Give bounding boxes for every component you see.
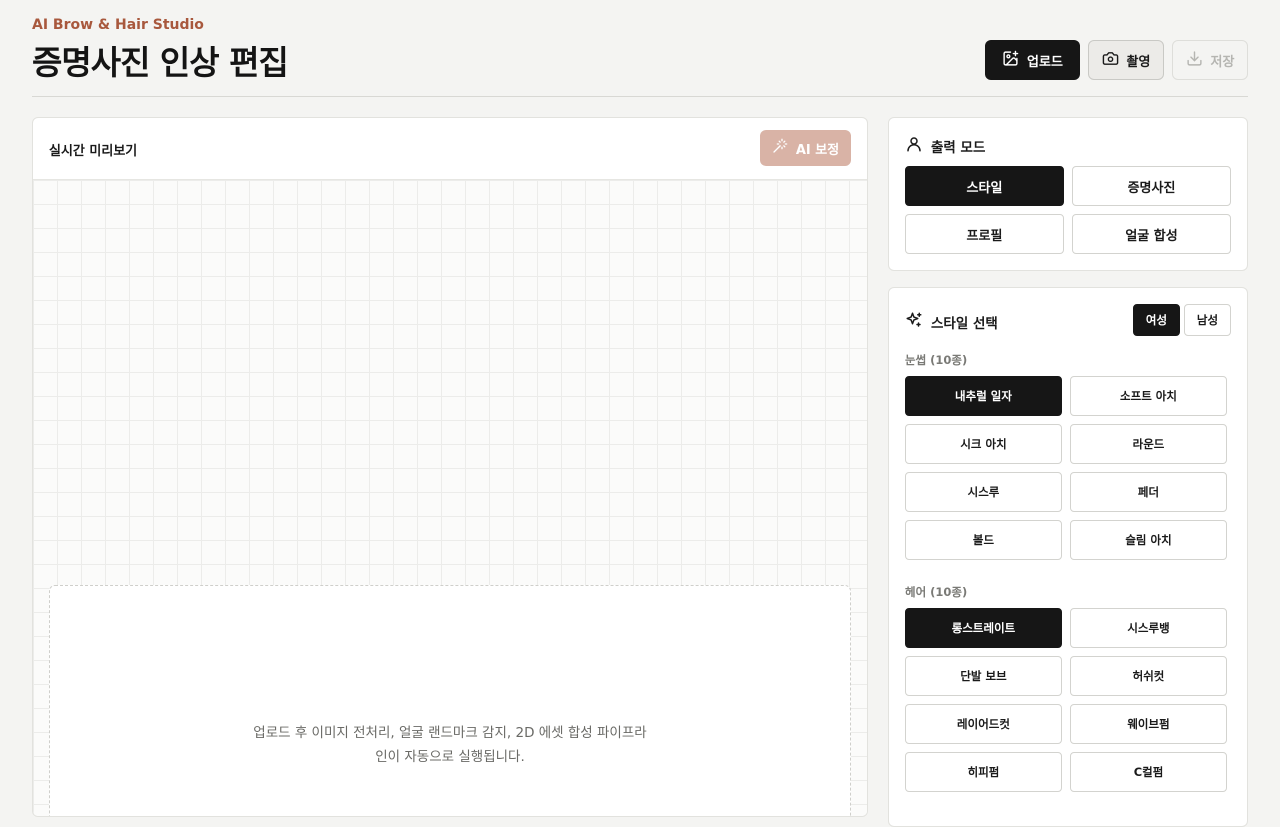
hair-option[interactable]: 레이어드컷 — [905, 704, 1062, 744]
brow-option[interactable]: 시스루 — [905, 472, 1062, 512]
capture-button[interactable]: 촬영 — [1088, 40, 1164, 80]
style-select-panel: 스타일 선택 여성 남성 눈썹 (10종) 내추럴 일자 소프트 아치 시크 아… — [888, 287, 1248, 827]
page: AI Brow & Hair Studio 증명사진 인상 편집 업로드 촬영 … — [32, 0, 1248, 827]
hair-option[interactable]: 롱스트레이트 — [905, 608, 1062, 648]
hair-option[interactable]: C컬펌 — [1070, 752, 1227, 792]
mode-option-id-photo[interactable]: 증명사진 — [1072, 166, 1231, 206]
output-mode-header: 출력 모드 — [905, 135, 985, 157]
brow-option[interactable]: 소프트 아치 — [1070, 376, 1227, 416]
upload-label: 업로드 — [1027, 54, 1063, 70]
brow-option[interactable]: 시크 아치 — [905, 424, 1062, 464]
ai-enhance-button[interactable]: AI 보정 — [760, 130, 851, 166]
page-title: 증명사진 인상 편집 — [32, 43, 289, 82]
gender-toggle: 여성 남성 — [1133, 304, 1231, 336]
hair-option[interactable]: 단발 보브 — [905, 656, 1062, 696]
brand-name: AI Brow & Hair Studio — [32, 17, 204, 33]
brow-option[interactable]: 슬림 아치 — [1070, 520, 1227, 560]
upload-button[interactable]: 업로드 — [985, 40, 1080, 80]
brow-section-label: 눈썹 (10종) — [905, 353, 968, 367]
output-mode-title: 출력 모드 — [931, 140, 986, 156]
capture-label: 촬영 — [1126, 54, 1151, 70]
brow-option[interactable]: 페더 — [1070, 472, 1227, 512]
hair-option[interactable]: 시스루뱅 — [1070, 608, 1227, 648]
camera-icon — [1102, 50, 1119, 71]
mode-option-style[interactable]: 스타일 — [905, 166, 1064, 206]
header: AI Brow & Hair Studio 증명사진 인상 편집 업로드 촬영 … — [32, 0, 1248, 97]
hair-options: 롱스트레이트 시스루뱅 단발 보브 허쉬컷 레이어드컷 웨이브펌 히피펌 C컬펌 — [905, 608, 1227, 792]
download-icon — [1186, 50, 1203, 71]
hair-section-label: 헤어 (10종) — [905, 585, 968, 599]
style-select-header: 스타일 선택 — [905, 311, 998, 333]
brow-option[interactable]: 볼드 — [905, 520, 1062, 560]
dropzone-hint: 업로드 후 이미지 전처리, 얼굴 랜드마크 감지, 2D 에셋 합성 파이프라… — [253, 725, 647, 765]
save-label: 저장 — [1210, 54, 1235, 70]
output-mode-panel: 출력 모드 스타일 증명사진 프로필 얼굴 합성 — [888, 117, 1248, 271]
save-button[interactable]: 저장 — [1172, 40, 1248, 80]
preview-title: 실시간 미리보기 — [49, 144, 138, 159]
user-icon — [905, 135, 923, 157]
sparkles-icon — [905, 311, 923, 333]
mode-option-face-merge[interactable]: 얼굴 합성 — [1072, 214, 1231, 254]
brow-option[interactable]: 라운드 — [1070, 424, 1227, 464]
upload-dropzone[interactable]: 업로드 후 이미지 전처리, 얼굴 랜드마크 감지, 2D 에셋 합성 파이프라… — [49, 585, 851, 816]
image-plus-icon — [1002, 50, 1019, 71]
ai-enhance-label: AI 보정 — [795, 142, 840, 158]
style-select-title: 스타일 선택 — [931, 316, 998, 332]
hair-option[interactable]: 웨이브펌 — [1070, 704, 1227, 744]
mode-option-profile[interactable]: 프로필 — [905, 214, 1064, 254]
gender-male-button[interactable]: 남성 — [1184, 304, 1231, 336]
magic-wand-icon — [772, 138, 788, 158]
preview-panel: 실시간 미리보기 AI 보정 업로드 후 이미지 전처리, 얼굴 랜드마크 감지… — [32, 117, 868, 817]
brow-option[interactable]: 내추럴 일자 — [905, 376, 1062, 416]
preview-header: 실시간 미리보기 AI 보정 — [33, 118, 867, 180]
gender-female-button[interactable]: 여성 — [1133, 304, 1180, 336]
brow-options: 내추럴 일자 소프트 아치 시크 아치 라운드 시스루 페더 볼드 슬림 아치 — [905, 376, 1227, 560]
hair-option[interactable]: 히피펌 — [905, 752, 1062, 792]
hair-option[interactable]: 허쉬컷 — [1070, 656, 1227, 696]
